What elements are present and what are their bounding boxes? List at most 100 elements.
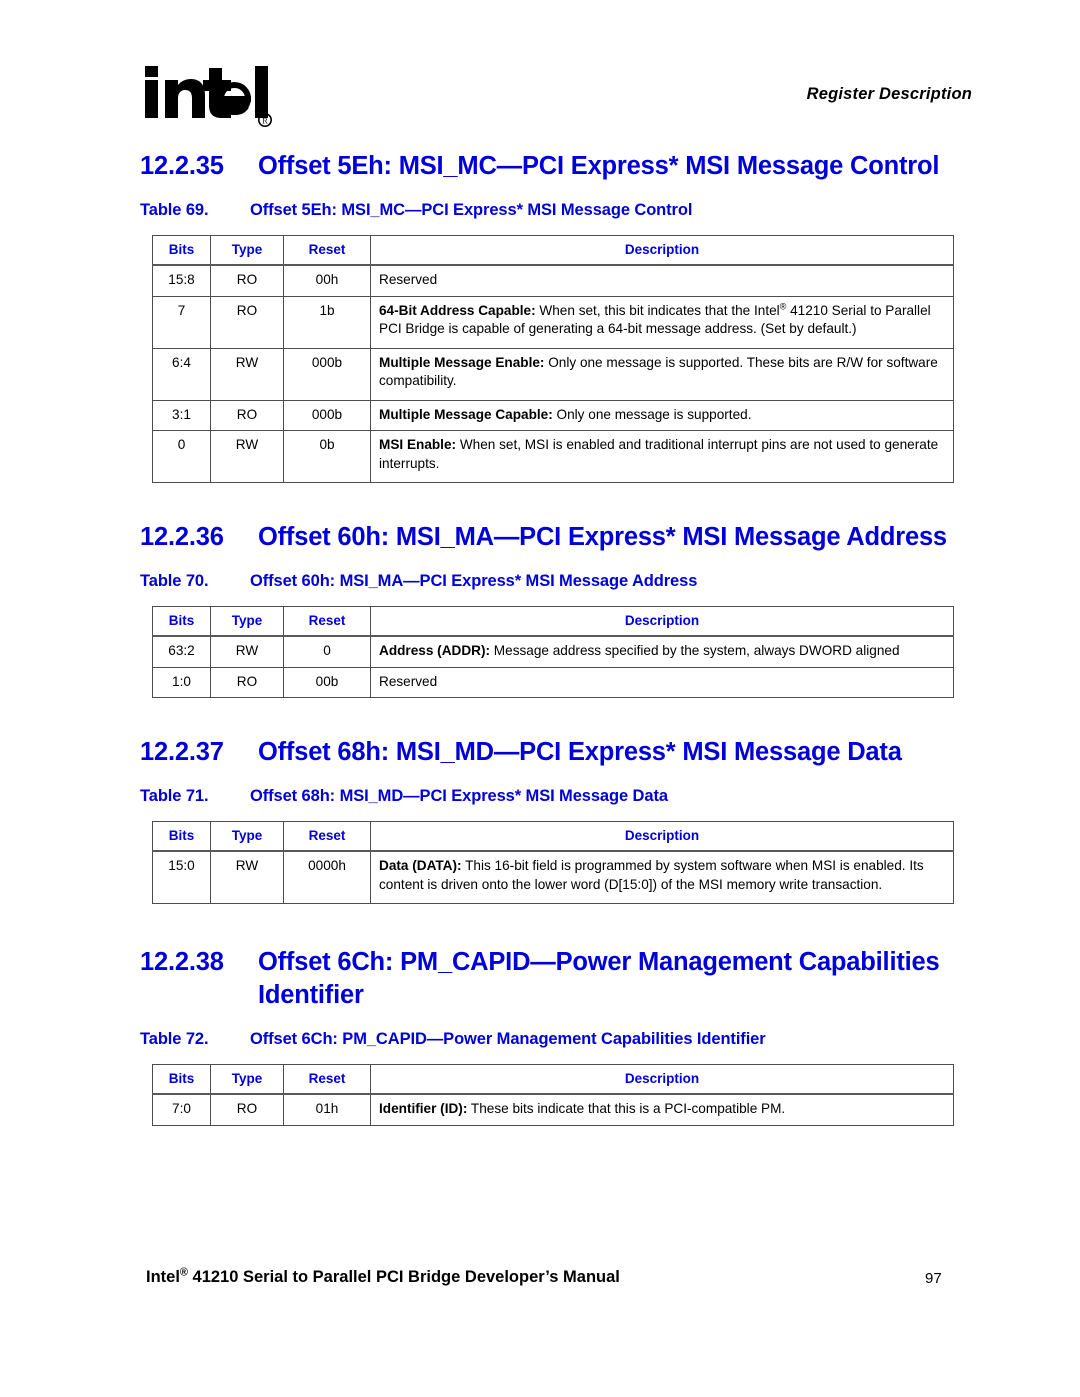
section-heading: 12.2.36 Offset 60h: MSI_MA—PCI Express* … [140, 521, 960, 554]
description-term: Identifier (ID): [379, 1101, 468, 1116]
column-header-bits: Bits [152, 821, 211, 852]
cell-bits: 1:0 [152, 666, 211, 698]
cell-description: Address (ADDR): Message address specifie… [370, 635, 954, 668]
section-title: Offset 68h: MSI_MD—PCI Express* MSI Mess… [258, 738, 902, 766]
column-header-description: Description [370, 606, 954, 637]
column-header-description: Description [370, 1064, 954, 1095]
table-caption-text: Offset 6Ch: PM_CAPID—Power Management Ca… [250, 1030, 766, 1048]
column-header-type: Type [210, 821, 284, 852]
intel-logo-icon: R [143, 58, 273, 134]
cell-bits: 6:4 [152, 347, 211, 401]
cell-bits: 7 [152, 295, 211, 349]
page-content: 12.2.35 Offset 5Eh: MSI_MC—PCI Express* … [140, 150, 960, 1126]
cell-bits: 3:1 [152, 399, 211, 431]
cell-description: Data (DATA): This 16-bit field is progra… [370, 850, 954, 904]
column-header-bits: Bits [152, 606, 211, 637]
section-title: Offset 6Ch: PM_CAPID—Power Management Ca… [258, 948, 940, 1009]
table-row: 1:0 RO 00b Reserved [152, 666, 954, 698]
column-header-type: Type [210, 235, 284, 266]
table-caption-text: Offset 5Eh: MSI_MC—PCI Express* MSI Mess… [250, 201, 693, 219]
table-header-row: Bits Type Reset Description [152, 821, 954, 852]
cell-type: RW [210, 635, 284, 668]
column-header-reset: Reset [283, 821, 371, 852]
cell-bits: 7:0 [152, 1093, 211, 1126]
table-caption-text: Offset 68h: MSI_MD—PCI Express* MSI Mess… [250, 787, 668, 805]
table-row: 63:2 RW 0 Address (ADDR): Message addres… [152, 635, 954, 668]
register-table: Bits Type Reset Description 15:8 RO 00h … [152, 235, 954, 483]
description-text: This 16-bit field is programmed by syste… [379, 858, 924, 892]
running-header-title: Register Description [806, 85, 972, 103]
table-label: Table 69. [140, 201, 209, 219]
cell-type: RW [210, 430, 284, 483]
cell-description: MSI Enable: When set, MSI is enabled and… [370, 430, 954, 483]
table-caption: Table 70. Offset 60h: MSI_MA—PCI Express… [140, 570, 960, 592]
column-header-reset: Reset [283, 606, 371, 637]
section-title: Offset 60h: MSI_MA—PCI Express* MSI Mess… [258, 523, 947, 551]
table-label: Table 71. [140, 787, 209, 805]
cell-reset: 0 [283, 635, 371, 668]
description-text: Reserved [379, 673, 438, 689]
table-caption: Table 72. Offset 6Ch: PM_CAPID—Power Man… [140, 1028, 960, 1050]
section-number: 12.2.37 [140, 738, 224, 766]
table-row: 7:0 RO 01h Identifier (ID): These bits i… [152, 1093, 954, 1126]
cell-bits: 15:8 [152, 264, 211, 297]
column-header-bits: Bits [152, 1064, 211, 1095]
section-number: 12.2.36 [140, 523, 224, 551]
table-row: 15:8 RO 00h Reserved [152, 264, 954, 297]
table-header-row: Bits Type Reset Description [152, 606, 954, 637]
footer-title-pre: Intel [146, 1268, 180, 1286]
cell-description: 64-Bit Address Capable: When set, this b… [370, 295, 954, 349]
cell-type: RW [210, 850, 284, 904]
column-header-description: Description [370, 235, 954, 266]
footer-title-post: 41210 Serial to Parallel PCI Bridge Deve… [187, 1268, 620, 1286]
section-heading: 12.2.37 Offset 68h: MSI_MD—PCI Express* … [140, 736, 960, 769]
page-footer: Intel® 41210 Serial to Parallel PCI Brid… [0, 1266, 1080, 1308]
cell-type: RO [210, 666, 284, 698]
cell-type: RO [210, 1093, 284, 1126]
page-header: R Register Description [0, 0, 1080, 150]
table-row: 0 RW 0b MSI Enable: When set, MSI is ena… [152, 430, 954, 483]
table-caption: Table 69. Offset 5Eh: MSI_MC—PCI Express… [140, 199, 960, 221]
register-table: Bits Type Reset Description 15:0 RW 0000… [152, 821, 954, 904]
column-header-type: Type [210, 1064, 284, 1095]
column-header-reset: Reset [283, 1064, 371, 1095]
section-12-2-37: 12.2.37 Offset 68h: MSI_MD—PCI Express* … [140, 736, 960, 904]
table-caption: Table 71. Offset 68h: MSI_MD—PCI Express… [140, 785, 960, 807]
section-heading: 12.2.35 Offset 5Eh: MSI_MC—PCI Express* … [140, 150, 960, 183]
cell-reset: 0b [283, 430, 371, 483]
description-term: 64-Bit Address Capable: [379, 302, 536, 318]
registered-mark: ® [779, 300, 787, 311]
cell-description: Identifier (ID): These bits indicate tha… [370, 1093, 954, 1126]
section-heading: 12.2.38 Offset 6Ch: PM_CAPID—Power Manag… [140, 946, 960, 1012]
register-table: Bits Type Reset Description 7:0 RO 01h I… [152, 1064, 954, 1126]
description-text: When set, MSI is enabled and traditional… [379, 437, 939, 471]
table-header-row: Bits Type Reset Description [152, 1064, 954, 1095]
cell-type: RO [210, 264, 284, 297]
description-text: Only one message is supported. [552, 406, 752, 422]
table-caption-text: Offset 60h: MSI_MA—PCI Express* MSI Mess… [250, 572, 698, 590]
description-text: Message address specified by the system,… [490, 643, 900, 658]
description-term: Multiple Message Enable: [379, 354, 545, 370]
cell-reset: 00b [283, 666, 371, 698]
cell-type: RW [210, 347, 284, 401]
cell-reset: 000b [283, 399, 371, 431]
cell-reset: 00h [283, 264, 371, 297]
cell-description: Multiple Message Enable: Only one messag… [370, 347, 954, 401]
cell-type: RO [210, 295, 284, 349]
register-table: Bits Type Reset Description 63:2 RW 0 Ad… [152, 606, 954, 698]
registered-mark: ® [179, 1266, 188, 1279]
cell-reset: 1b [283, 295, 371, 349]
footer-manual-title: Intel® 41210 Serial to Parallel PCI Brid… [146, 1266, 620, 1287]
column-header-bits: Bits [152, 235, 211, 266]
section-title: Offset 5Eh: MSI_MC—PCI Express* MSI Mess… [258, 152, 940, 180]
cell-reset: 000b [283, 347, 371, 401]
table-label: Table 72. [140, 1030, 209, 1048]
column-header-reset: Reset [283, 235, 371, 266]
table-row: 6:4 RW 000b Multiple Message Enable: Onl… [152, 347, 954, 401]
description-term: Address (ADDR): [379, 643, 491, 658]
column-header-description: Description [370, 821, 954, 852]
cell-bits: 63:2 [152, 635, 211, 668]
table-row: 15:0 RW 0000h Data (DATA): This 16-bit f… [152, 850, 954, 904]
description-text: These bits indicate that this is a PCI-c… [467, 1101, 786, 1116]
cell-type: RO [210, 399, 284, 431]
